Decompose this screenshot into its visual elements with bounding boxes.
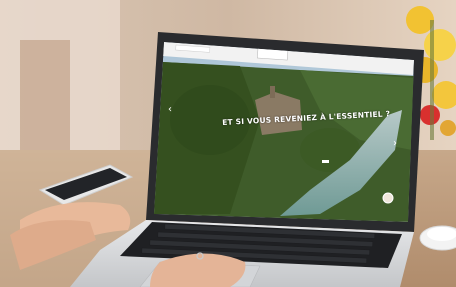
carousel-prev-icon: ‹ [168,104,172,115]
laptop-website-photo: ‹ › [0,0,456,287]
chat-avatar-icon [382,192,394,204]
boat [322,160,329,163]
coffee-cup [419,225,456,251]
chair-back [20,40,70,160]
laptop-screen: ‹ › [154,42,414,222]
carousel-next-icon: › [393,138,397,149]
